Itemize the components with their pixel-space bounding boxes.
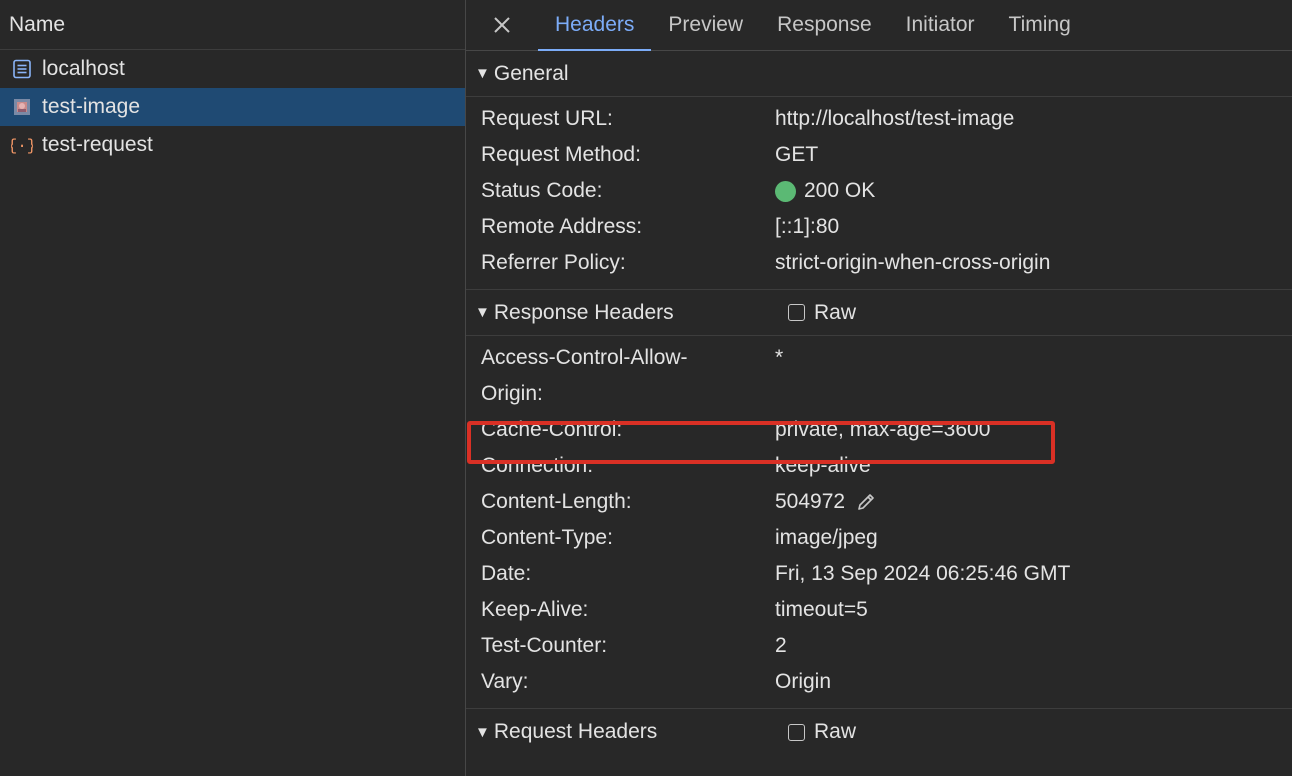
details-panel: Headers Preview Response Initiator Timin… [466,0,1292,776]
request-item-test-image[interactable]: test-image [0,88,465,126]
triangle-down-icon: ▼ [475,304,490,321]
image-icon [11,96,33,118]
header-row: Content-Type: image/jpeg [466,520,1292,556]
general-rows: Request URL: http://localhost/test-image… [466,97,1292,290]
header-row: Content-Length: 504972 [466,484,1292,520]
general-section-header[interactable]: ▼ General [466,51,1292,97]
header-row: Request Method: GET [466,137,1292,173]
header-row: Referrer Policy: strict-origin-when-cros… [466,245,1292,281]
header-value: [::1]:80 [775,215,840,238]
tab-headers[interactable]: Headers [538,0,652,51]
header-key: Test-Counter: [481,634,608,657]
request-item-label: test-image [42,95,141,118]
name-column-header[interactable]: Name [0,0,465,50]
header-value: Origin [775,670,832,693]
header-value: timeout=5 [775,598,868,621]
section-title: General [493,61,569,85]
header-key: Keep-Alive: [481,598,589,621]
request-item-localhost[interactable]: localhost [0,50,465,88]
status-ok-icon [775,180,796,202]
header-key: Status Code: [481,179,603,202]
header-value: keep-alive [775,454,871,477]
svg-text:{·}: {·} [11,137,33,155]
requests-panel: Name localhost test-image {·} [0,0,465,776]
header-key: Content-Length: [481,490,632,513]
edit-pencil-icon[interactable] [855,491,877,513]
details-tabs: Headers Preview Response Initiator Timin… [466,0,1292,51]
header-row-cache-control: Cache-Control: private, max-age=3600 [466,412,1292,448]
header-row: Remote Address: [::1]:80 [466,209,1292,245]
raw-toggle[interactable]: Raw [788,720,856,744]
request-item-label: localhost [42,57,125,80]
header-row: Status Code: 200 OK [466,173,1292,209]
header-value: private, max-age=3600 [775,418,991,441]
header-value: 200 OK [775,173,875,209]
raw-label: Raw [814,300,857,324]
header-key: Access-Control-Allow- Origin: [466,340,775,412]
header-key-line: Access-Control-Allow- [481,346,688,369]
header-key: Request Method: [481,143,641,166]
header-key: Vary: [481,670,529,693]
request-item-test-request[interactable]: {·} test-request [0,126,465,164]
header-value: image/jpeg [775,526,878,549]
content-length-value: 504972 [775,490,846,513]
header-key: Content-Type: [481,526,613,549]
header-value: Fri, 13 Sep 2024 06:25:46 GMT [775,562,1071,585]
header-value: 2 [775,634,787,657]
header-key: Date: [481,562,532,585]
header-value: http://localhost/test-image [775,107,1015,130]
header-row: Date: Fri, 13 Sep 2024 06:25:46 GMT [466,556,1292,592]
header-row: Vary: Origin [466,664,1292,700]
raw-label: Raw [814,720,857,743]
header-row: Test-Counter: 2 [466,628,1292,664]
section-title: Request Headers [493,720,658,743]
header-key: Referrer Policy: [481,251,626,274]
status-code-text: 200 OK [804,179,876,202]
header-row: Keep-Alive: timeout=5 [466,592,1292,628]
header-key: Cache-Control: [481,418,623,441]
tab-timing[interactable]: Timing [992,0,1088,50]
header-key: Connection: [481,454,594,477]
header-row: Request URL: http://localhost/test-image [466,101,1292,137]
document-icon [11,58,33,80]
header-key-line: Origin: [481,382,543,405]
header-value: GET [775,143,819,166]
close-icon [494,17,510,33]
header-value: 504972 [775,484,877,520]
fetch-icon: {·} [11,134,33,156]
request-headers-section-header[interactable]: ▼ Request Headers Raw [466,709,1292,755]
header-key: Request URL: [481,107,613,130]
raw-toggle[interactable]: Raw [788,301,856,325]
triangle-down-icon: ▼ [475,65,490,82]
header-value: * [775,346,784,369]
tab-response[interactable]: Response [760,0,889,50]
tab-initiator[interactable]: Initiator [889,0,992,50]
header-key: Remote Address: [481,215,643,238]
raw-checkbox[interactable] [788,723,805,741]
triangle-down-icon: ▼ [475,723,490,741]
response-header-rows: Access-Control-Allow- Origin: * Cache-Co… [466,336,1292,709]
header-row: Access-Control-Allow- Origin: * [466,340,1292,412]
request-item-label: test-request [42,133,153,156]
header-value: strict-origin-when-cross-origin [775,251,1051,274]
header-row: Connection: keep-alive [466,448,1292,484]
response-headers-section-header[interactable]: ▼ Response Headers Raw [466,290,1292,336]
raw-checkbox[interactable] [788,304,805,321]
section-title: Response Headers [493,300,674,324]
tab-preview[interactable]: Preview [651,0,760,50]
close-details-button[interactable] [466,0,538,50]
